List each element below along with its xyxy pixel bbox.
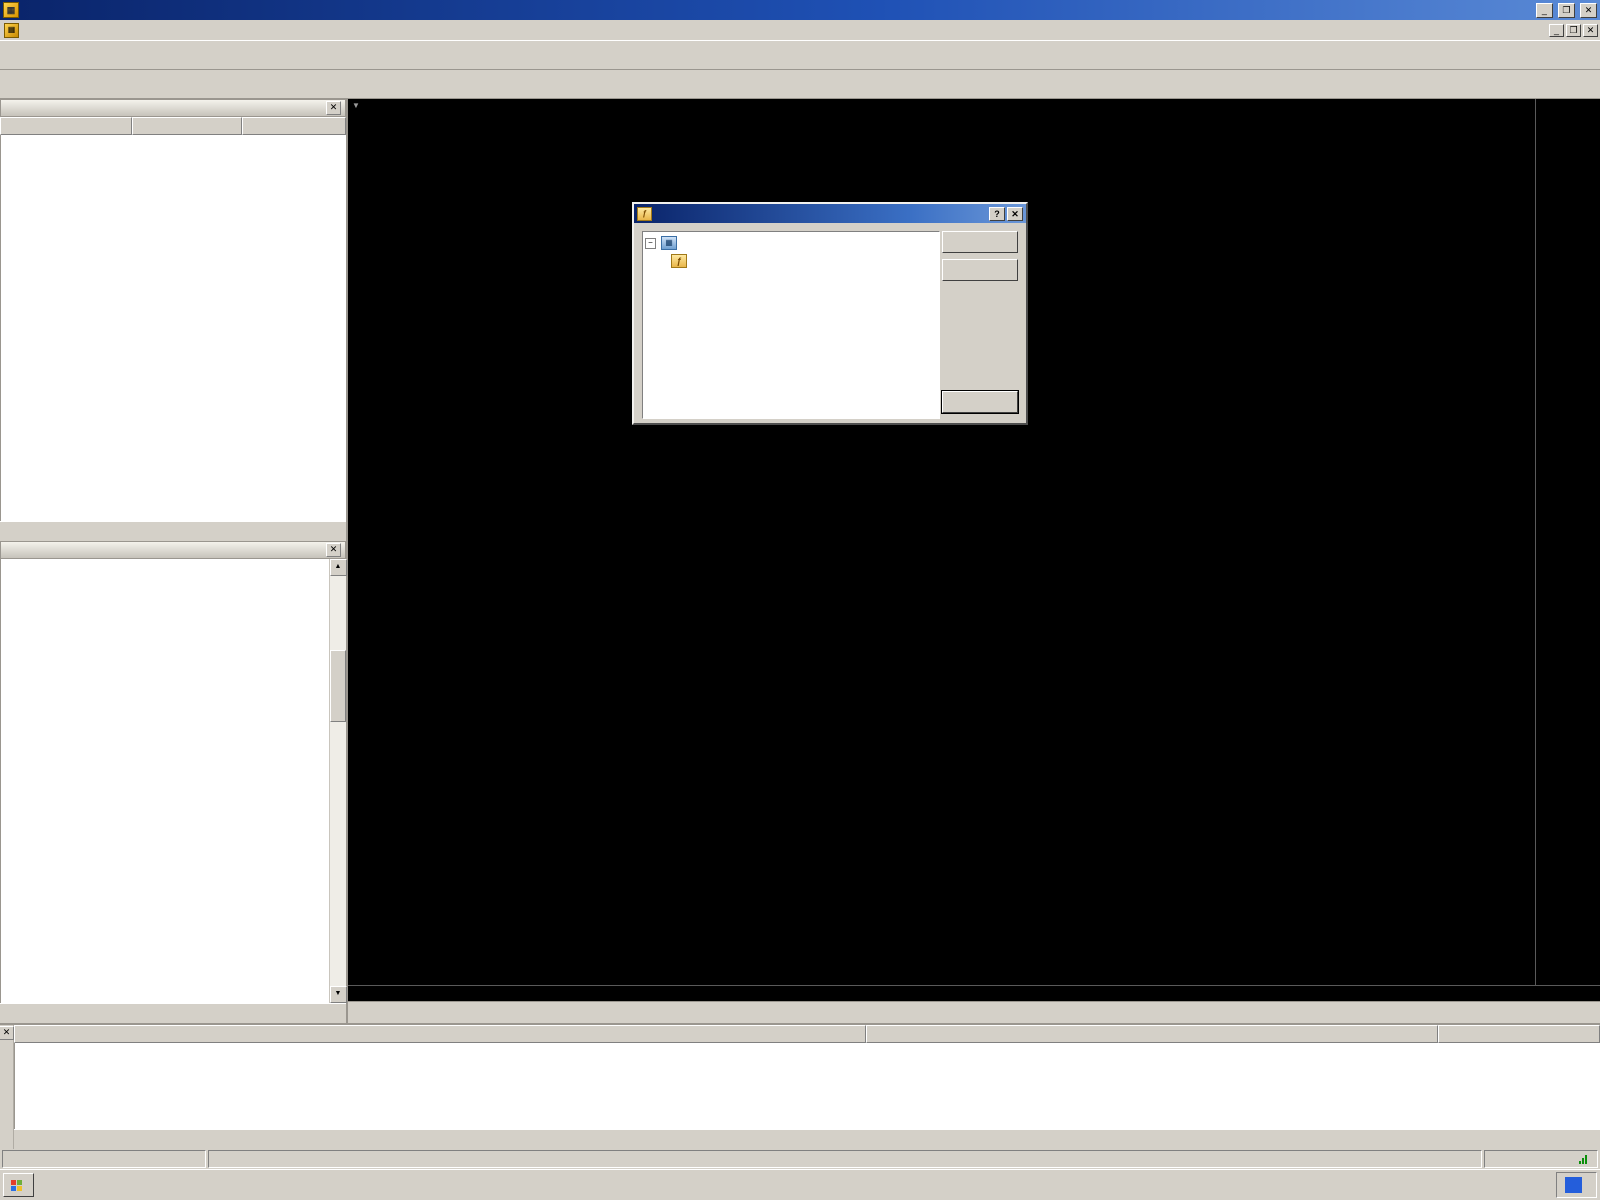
terminal-header — [14, 1025, 1600, 1043]
navigator-panel: ✕ ▲ ▼ — [0, 541, 346, 1023]
language-indicator[interactable] — [1565, 1177, 1582, 1193]
collapse-icon[interactable]: − — [645, 238, 656, 249]
market-watch-list — [0, 135, 346, 521]
mdi-minimize-button[interactable]: _ — [1549, 24, 1564, 37]
status-help-text — [2, 1150, 206, 1168]
scrollbar-thumb[interactable] — [330, 650, 346, 722]
close-icon[interactable]: ✕ — [326, 101, 341, 115]
column-header-headline[interactable] — [14, 1025, 866, 1043]
close-button[interactable]: ✕ — [1580, 3, 1597, 18]
column-header-symbol[interactable] — [0, 117, 132, 135]
app-icon: ▦ — [3, 2, 19, 18]
column-header-from[interactable] — [866, 1025, 1438, 1043]
chart-icon: ▦ — [661, 236, 677, 250]
close-icon[interactable]: ✕ — [326, 543, 341, 557]
indicator-icon: ƒ — [671, 254, 687, 268]
market-watch-header — [0, 117, 346, 135]
edit-button[interactable] — [942, 231, 1018, 253]
tree-item-main-chart[interactable]: − ▦ — [645, 234, 937, 252]
status-bar — [0, 1149, 1600, 1169]
tree-item-indicator[interactable]: ƒ — [645, 252, 937, 270]
indicators-list[interactable]: − ▦ ƒ — [642, 231, 940, 419]
scroll-up-icon[interactable]: ▲ — [330, 559, 347, 576]
status-middle-segment — [208, 1150, 1482, 1168]
column-header-bid[interactable] — [132, 117, 242, 135]
terminal-tabs — [14, 1129, 1600, 1149]
market-watch-tabs — [0, 521, 346, 541]
navigator-tree — [1, 559, 329, 1003]
terminal-panel: ✕ — [0, 1023, 1600, 1149]
connection-bars-icon — [1579, 1155, 1587, 1164]
axis-corner — [1536, 986, 1600, 1001]
price-axis[interactable] — [1535, 99, 1600, 985]
connection-status — [1484, 1150, 1598, 1168]
application-window: ▦ _ ❐ ✕ ▦ _ ❐ ✕ ✕ — [0, 0, 1600, 1200]
time-axis[interactable] — [348, 986, 1536, 1001]
one-click-trading-icon[interactable]: ▼ — [352, 101, 360, 110]
close-icon[interactable]: ✕ — [1007, 207, 1023, 221]
chart-tab-strip — [348, 1001, 1600, 1023]
indicator-icon: ƒ — [637, 207, 652, 221]
left-panels: ✕ ✕ ▲ — [0, 99, 348, 1023]
windows-logo-icon — [11, 1180, 22, 1191]
chart-window-icon: ▦ — [4, 23, 19, 38]
mailbox-list — [14, 1043, 1600, 1129]
delete-button[interactable] — [942, 259, 1018, 281]
navigator-scrollbar[interactable]: ▲ ▼ — [329, 559, 346, 1003]
column-header-time[interactable] — [1438, 1025, 1600, 1043]
navigator-tabs — [0, 1003, 346, 1023]
chart-ohlc-label: ▼ — [352, 101, 365, 110]
menu-bar: ▦ _ ❐ ✕ — [0, 20, 1600, 41]
charts-toolbar — [0, 70, 1600, 99]
navigator-title-bar: ✕ — [0, 541, 346, 559]
dialog-title-bar: ƒ ? ✕ — [634, 204, 1026, 223]
column-header-ask[interactable] — [242, 117, 346, 135]
title-bar: ▦ _ ❐ ✕ — [0, 0, 1600, 20]
close-icon[interactable]: ✕ — [0, 1026, 14, 1040]
help-icon[interactable]: ? — [989, 207, 1005, 221]
terminal-strip: ✕ — [0, 1025, 14, 1149]
mdi-close-button[interactable]: ✕ — [1583, 24, 1598, 37]
taskbar — [0, 1169, 1600, 1200]
standard-toolbar — [0, 41, 1600, 70]
minimize-button[interactable]: _ — [1536, 3, 1553, 18]
market-watch-title-bar: ✕ — [0, 99, 346, 117]
start-button[interactable] — [3, 1173, 34, 1197]
close-button[interactable] — [942, 391, 1018, 413]
mdi-restore-button[interactable]: ❐ — [1566, 24, 1581, 37]
scroll-down-icon[interactable]: ▼ — [330, 986, 347, 1003]
indicators-dialog: ƒ ? ✕ − ▦ ƒ — [632, 202, 1028, 425]
market-watch-panel: ✕ — [0, 99, 346, 541]
system-tray — [1556, 1172, 1597, 1198]
restore-button[interactable]: ❐ — [1558, 3, 1575, 18]
